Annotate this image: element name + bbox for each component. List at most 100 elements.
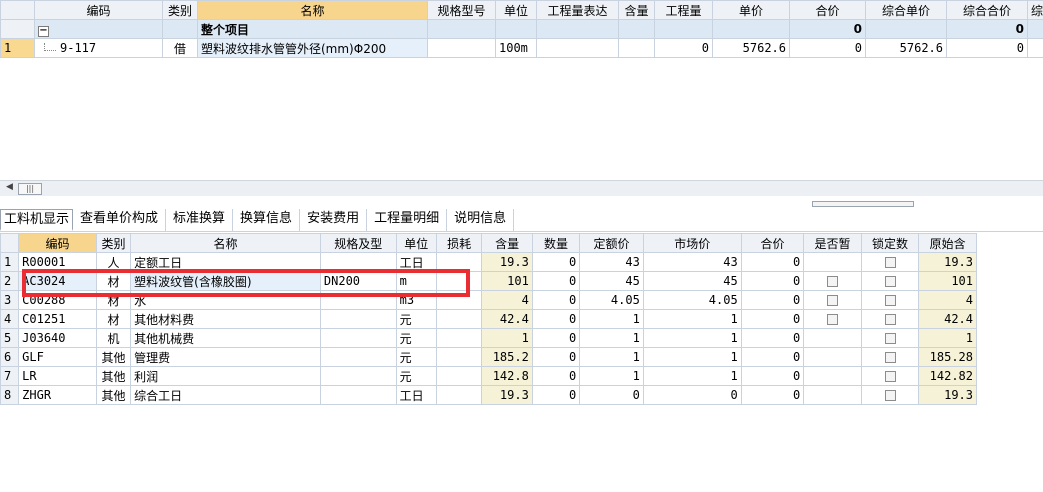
- col-header-quantity-expression[interactable]: 工程量表达: [536, 0, 619, 20]
- lock-qty-cell[interactable]: [860, 366, 920, 386]
- col-header-spec[interactable]: 规格及型: [319, 233, 397, 253]
- content-cell[interactable]: 4: [481, 290, 533, 310]
- category-cell[interactable]: 材: [95, 271, 132, 291]
- checkbox[interactable]: [827, 295, 839, 306]
- checkbox[interactable]: [884, 276, 896, 287]
- name-cell[interactable]: 其他机械费: [130, 328, 321, 348]
- tab-quantity-detail[interactable]: 工程量明细: [367, 209, 448, 231]
- row-number-cell[interactable]: 7: [0, 366, 20, 386]
- unit-cell[interactable]: m: [395, 271, 437, 291]
- provisional-cell[interactable]: [803, 309, 862, 329]
- row-number-cell[interactable]: 5: [0, 328, 20, 348]
- code-cell[interactable]: ZHGR: [18, 385, 97, 405]
- tab-installation-fee[interactable]: 安装费用: [300, 209, 368, 231]
- content-cell[interactable]: [618, 38, 655, 58]
- fixed-price-cell[interactable]: 1: [579, 328, 644, 348]
- quantity-cell[interactable]: 0: [531, 290, 581, 310]
- market-price-cell[interactable]: 4.05: [642, 290, 742, 310]
- quantity-cell[interactable]: 0: [531, 347, 581, 367]
- code-cell[interactable]: J03640: [18, 328, 97, 348]
- original-content-cell[interactable]: 185.28: [918, 347, 977, 367]
- provisional-cell[interactable]: [803, 290, 862, 310]
- total-cell[interactable]: 0: [740, 252, 805, 272]
- name-cell[interactable]: 塑料波纹排水管管外径(mm)Φ200: [197, 38, 428, 58]
- original-content-cell[interactable]: 101: [918, 271, 977, 291]
- unit-cell[interactable]: 100m: [495, 38, 537, 58]
- table-row[interactable]: 7 LR 其他 利润元 142.8 0 1 1 0 142.82: [0, 366, 977, 386]
- unit-cell[interactable]: 工日: [395, 252, 437, 272]
- category-cell[interactable]: 借: [162, 38, 198, 58]
- col-header-corner[interactable]: [0, 0, 35, 20]
- col-header-loss[interactable]: 损耗: [435, 233, 483, 253]
- summary-expr-cell[interactable]: [536, 19, 619, 39]
- col-header-code[interactable]: 编码: [18, 233, 97, 253]
- col-header-code[interactable]: 编码: [34, 0, 163, 20]
- summary-unit-cell[interactable]: [495, 19, 537, 39]
- spec-cell[interactable]: [319, 347, 397, 367]
- quantity-cell[interactable]: 0: [531, 328, 581, 348]
- comprehensive-unit-price-cell[interactable]: 5762.6: [865, 38, 947, 58]
- unit-cell[interactable]: 工日: [395, 385, 437, 405]
- spec-cell[interactable]: [319, 328, 397, 348]
- col-header-quantity[interactable]: 工程量: [654, 0, 713, 20]
- row-number-cell[interactable]: 1: [0, 38, 35, 58]
- provisional-cell[interactable]: [803, 347, 862, 367]
- code-cell[interactable]: R00001: [18, 252, 97, 272]
- unit-price-cell[interactable]: 5762.6: [712, 38, 790, 58]
- col-header-original-content[interactable]: 原始含: [918, 233, 977, 253]
- spec-cell[interactable]: [319, 366, 397, 386]
- col-header-corner[interactable]: [0, 233, 20, 253]
- fixed-price-cell[interactable]: 4.05: [579, 290, 644, 310]
- col-header-total-price[interactable]: 合价: [789, 0, 866, 20]
- category-cell[interactable]: 机: [95, 328, 132, 348]
- loss-cell[interactable]: [435, 252, 483, 272]
- col-header-spec[interactable]: 规格型号: [427, 0, 496, 20]
- row-number-cell[interactable]: 2: [0, 271, 20, 291]
- code-cell[interactable]: 9-117: [34, 38, 163, 58]
- content-cell[interactable]: 185.2: [481, 347, 533, 367]
- market-price-cell[interactable]: 45: [642, 271, 742, 291]
- col-header-comprehensive-unit-price[interactable]: 综合单价: [865, 0, 947, 20]
- quantity-cell[interactable]: 0: [654, 38, 713, 58]
- original-content-cell[interactable]: 4: [918, 290, 977, 310]
- col-header-comprehensive-total[interactable]: 综合合价: [946, 0, 1028, 20]
- content-cell[interactable]: 142.8: [481, 366, 533, 386]
- lock-qty-cell[interactable]: [860, 309, 920, 329]
- provisional-cell[interactable]: [803, 385, 862, 405]
- name-cell[interactable]: 其他材料费: [130, 309, 321, 329]
- category-cell[interactable]: 其他: [95, 366, 132, 386]
- original-content-cell[interactable]: 42.4: [918, 309, 977, 329]
- category-cell[interactable]: 其他: [95, 385, 132, 405]
- checkbox[interactable]: [884, 352, 896, 363]
- col-header-category[interactable]: 类别: [162, 0, 198, 20]
- table-row[interactable]: 1 R00001 人定额工日 工日 19.3 0 43 43 0 19.3: [0, 252, 977, 272]
- summary-spec-cell[interactable]: [427, 19, 496, 39]
- checkbox[interactable]: [884, 371, 896, 382]
- unit-cell[interactable]: 元: [395, 366, 437, 386]
- content-cell[interactable]: 1: [481, 328, 533, 348]
- summary-content-cell[interactable]: [618, 19, 655, 39]
- content-cell[interactable]: 101: [481, 271, 533, 291]
- checkbox[interactable]: [884, 295, 896, 306]
- loss-cell[interactable]: [435, 309, 483, 329]
- scrollbar-thumb[interactable]: |||: [18, 183, 42, 195]
- comprehensive-total-cell[interactable]: 0: [946, 38, 1028, 58]
- name-cell[interactable]: 水: [130, 290, 321, 310]
- tab-labor-material-machine[interactable]: 工料机显示: [0, 209, 74, 231]
- code-cell[interactable]: LR: [18, 366, 97, 386]
- lock-qty-cell[interactable]: [860, 328, 920, 348]
- quantity-cell[interactable]: 0: [531, 252, 581, 272]
- col-header-fixed-price[interactable]: 定额价: [579, 233, 644, 253]
- summary-total-cell[interactable]: 0: [789, 19, 866, 39]
- content-cell[interactable]: 19.3: [481, 385, 533, 405]
- unit-cell[interactable]: 元: [395, 328, 437, 348]
- checkbox[interactable]: [827, 276, 839, 287]
- loss-cell[interactable]: [435, 385, 483, 405]
- row-number-cell[interactable]: 4: [0, 309, 20, 329]
- table-row[interactable]: 1 9-117 借 塑料波纹排水管管外径(mm)Φ200 100m 0 5762…: [0, 38, 1043, 58]
- fixed-price-cell[interactable]: 1: [579, 366, 644, 386]
- quantity-cell[interactable]: 0: [531, 271, 581, 291]
- fixed-price-cell[interactable]: 0: [579, 385, 644, 405]
- loss-cell[interactable]: [435, 328, 483, 348]
- checkbox[interactable]: [884, 333, 896, 344]
